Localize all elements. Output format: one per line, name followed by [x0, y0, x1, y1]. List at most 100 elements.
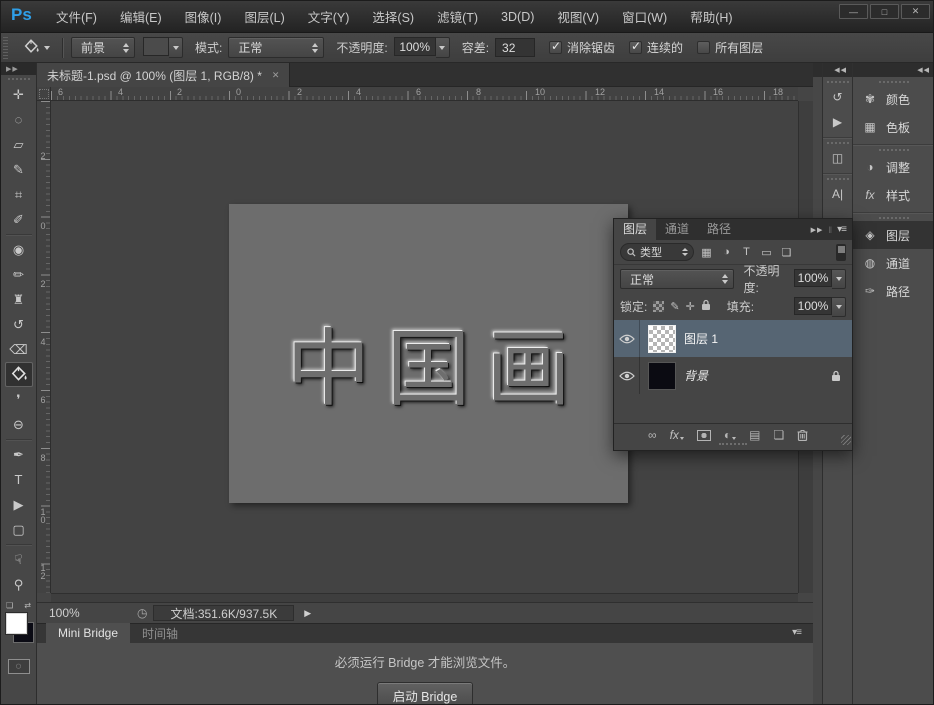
quick-selection-tool[interactable]: ✎ [5, 157, 33, 182]
dock-grip[interactable] [827, 142, 849, 144]
minimize-button[interactable]: — [839, 4, 868, 19]
character-panel-button[interactable]: A| [825, 182, 851, 206]
pattern-picker[interactable] [143, 37, 183, 58]
all-layers-checkbox[interactable] [697, 41, 710, 54]
filter-shape-icon[interactable]: ▭ [759, 246, 774, 259]
swatches-panel-button[interactable]: ▦ 色板 [853, 113, 934, 141]
layer-name[interactable]: 背景 [684, 367, 708, 384]
dock-grip[interactable] [827, 81, 849, 83]
marquee-tool[interactable]: ◌ [5, 107, 33, 132]
layer-opacity-control[interactable]: 100% [794, 269, 846, 289]
brush-tool[interactable]: ✏ [5, 262, 33, 287]
menu-3d[interactable]: 3D(D) [498, 8, 537, 26]
hand-tool[interactable]: ☟ [5, 547, 33, 572]
dodge-tool[interactable]: ⊖ [5, 412, 33, 437]
tools-grip[interactable] [8, 78, 30, 80]
zoom-level-field[interactable]: 100% [49, 606, 95, 620]
history-panel-button[interactable]: ↺ [825, 85, 851, 109]
adjustments-panel-button[interactable]: ◑ 调整 [853, 153, 934, 181]
panel-resize-grip[interactable] [841, 435, 851, 445]
lasso-tool[interactable]: ▱ [5, 132, 33, 157]
contiguous-checkbox[interactable] [629, 41, 642, 54]
menu-layer[interactable]: 图层(L) [241, 5, 287, 28]
tab-timeline[interactable]: 时间轴 [130, 623, 190, 643]
fill-source-dropdown[interactable]: 前景 [71, 37, 135, 58]
horizontal-scrollbar[interactable] [51, 593, 798, 602]
layers-panel-button[interactable]: ◈ 图层 [853, 221, 934, 249]
menu-file[interactable]: 文件(F) [53, 5, 100, 28]
default-colors-icon[interactable]: ❏ [6, 601, 13, 610]
tab-channels[interactable]: 通道 [656, 219, 698, 240]
zoom-tool[interactable]: ⚲ [5, 572, 33, 597]
panel-menu-icon[interactable]: ▾≡ [837, 224, 846, 235]
tab-paths[interactable]: 路径 [698, 219, 740, 240]
channels-panel-button[interactable]: ◍ 通道 [853, 249, 934, 277]
menu-window[interactable]: 窗口(W) [619, 5, 670, 28]
menu-filter[interactable]: 滤镜(T) [434, 5, 481, 28]
filter-type-icon[interactable]: T [739, 246, 754, 258]
mode-dropdown[interactable]: 正常 [228, 37, 324, 58]
move-tool[interactable]: ✛ [5, 82, 33, 107]
all-layers-checkbox-group[interactable]: 所有图层 [697, 39, 763, 56]
actions-panel-button[interactable]: ▶ [825, 110, 851, 134]
pen-tool[interactable]: ✒ [5, 442, 33, 467]
blend-mode-dropdown[interactable]: 正常 [620, 269, 734, 289]
collapse-panels-icon[interactable]: ◀◀ [853, 63, 934, 77]
antialias-checkbox[interactable] [549, 41, 562, 54]
vertical-ruler[interactable]: 2 0 2 4 6 8 10 12 [37, 101, 51, 593]
ruler-origin[interactable] [37, 87, 51, 101]
tab-mini-bridge[interactable]: Mini Bridge [46, 623, 130, 643]
document-tab[interactable]: 未标题-1.psd @ 100% (图层 1, RGB/8) * ✕ [37, 63, 290, 87]
layer-thumbnail[interactable] [648, 325, 676, 353]
panel-menu-icon[interactable]: ▾≡ [792, 627, 801, 638]
link-layers-icon[interactable]: ∞ [648, 428, 657, 442]
filter-smart-object-icon[interactable]: ❏ [779, 246, 794, 259]
lock-all-icon[interactable] [701, 299, 711, 314]
new-group-icon[interactable]: ▤ [749, 428, 760, 442]
blur-tool[interactable]: ❜ [5, 387, 33, 412]
healing-red-eye-tool[interactable]: ◉ [5, 237, 33, 262]
maximize-button[interactable]: □ [870, 4, 899, 19]
menu-view[interactable]: 视图(V) [554, 5, 602, 28]
filter-pixel-icon[interactable]: ▦ [699, 246, 714, 259]
path-selection-tool[interactable]: ▶ [5, 492, 33, 517]
swap-colors-icon[interactable]: ⇄ [24, 601, 31, 610]
panel-expand-icon[interactable]: ▶▶ [811, 226, 824, 234]
clone-stamp-tool[interactable]: ♜ [5, 287, 33, 312]
tools-collapse-bar[interactable]: ▶▶ [1, 63, 36, 75]
menu-select[interactable]: 选择(S) [369, 5, 417, 28]
contiguous-checkbox-group[interactable]: 连续的 [629, 39, 683, 56]
paint-bucket-tool[interactable] [5, 362, 33, 387]
quick-mask-button[interactable]: ◌ [8, 659, 30, 674]
tolerance-input[interactable] [495, 38, 535, 57]
opacity-control[interactable]: 100% [394, 37, 450, 58]
layer-row[interactable]: 背景 [614, 357, 852, 394]
tool-preset-picker[interactable] [18, 36, 54, 59]
layer-name[interactable]: 图层 1 [684, 330, 718, 347]
color-panel-button[interactable]: ✾ 颜色 [853, 85, 934, 113]
fill-control[interactable]: 100% [794, 297, 846, 317]
visibility-toggle[interactable] [614, 320, 640, 357]
horizontal-ruler[interactable]: 6 4 2 0 2 4 6 8 10 12 14 16 18 [51, 87, 798, 101]
dock-grip[interactable] [879, 81, 909, 83]
delete-layer-icon[interactable] [797, 429, 808, 441]
close-button[interactable]: ✕ [901, 4, 930, 19]
paths-panel-button[interactable]: ✑ 路径 [853, 277, 934, 305]
filter-kind-dropdown[interactable]: 类型 [620, 243, 694, 261]
history-brush-tool[interactable]: ↺ [5, 312, 33, 337]
lock-position-icon[interactable]: ✛ [686, 300, 695, 313]
layer-row[interactable]: 图层 1 [614, 320, 852, 357]
eyedropper-tool[interactable]: ✐ [5, 207, 33, 232]
dock-grip[interactable] [879, 217, 909, 219]
new-layer-icon[interactable]: ❏ [774, 428, 785, 442]
add-layer-mask-icon[interactable] [697, 430, 711, 441]
menu-image[interactable]: 图像(I) [182, 5, 225, 28]
menu-type[interactable]: 文字(Y) [305, 5, 353, 28]
tab-close-icon[interactable]: ✕ [272, 70, 280, 81]
filter-toggle-switch[interactable] [836, 244, 846, 261]
menu-edit[interactable]: 编辑(E) [117, 5, 165, 28]
canvas[interactable]: 中国画 [229, 204, 628, 503]
eraser-tool[interactable]: ⌫ [5, 337, 33, 362]
tab-layers[interactable]: 图层 [614, 219, 656, 240]
styles-panel-button[interactable]: fx 样式 [853, 181, 934, 209]
